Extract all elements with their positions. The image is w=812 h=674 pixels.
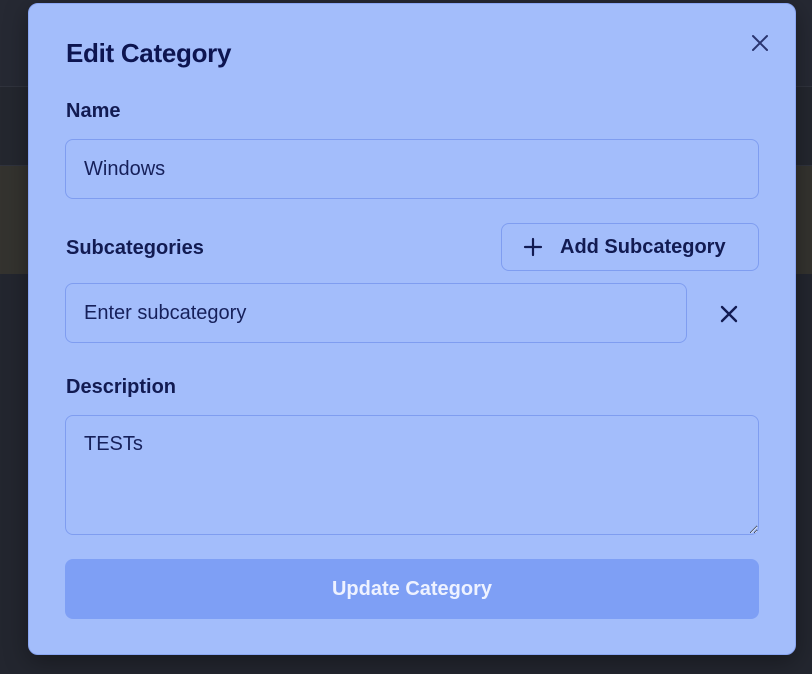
- description-label: Description: [66, 376, 177, 398]
- subcategories-label: Subcategories: [66, 237, 204, 259]
- edit-category-modal: Edit Category Name Subcategories Add Sub…: [28, 3, 796, 655]
- add-subcategory-button[interactable]: Add Subcategory: [501, 223, 759, 271]
- add-subcategory-label: Add Subcategory: [560, 235, 726, 258]
- subcategory-input[interactable]: [65, 283, 687, 343]
- plus-icon: [522, 236, 544, 258]
- name-input[interactable]: [65, 139, 759, 199]
- modal-title: Edit Category: [66, 38, 232, 68]
- description-textarea[interactable]: TESTs: [65, 415, 759, 535]
- close-button[interactable]: [745, 28, 775, 58]
- update-category-button[interactable]: Update Category: [65, 559, 759, 619]
- x-icon: [720, 305, 738, 323]
- name-label: Name: [66, 100, 121, 122]
- remove-subcategory-button[interactable]: [715, 300, 743, 328]
- close-icon: [752, 35, 768, 51]
